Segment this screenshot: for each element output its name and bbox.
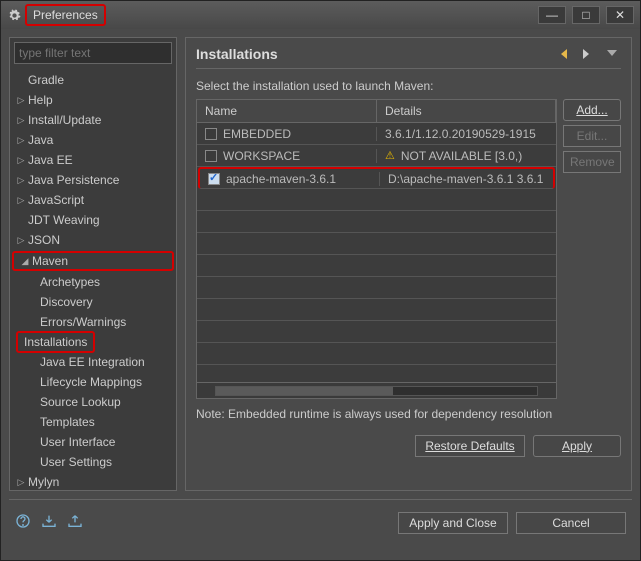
tree-item-maven[interactable]: ◢Maven [12, 251, 174, 271]
gear-icon [7, 8, 21, 22]
description: Select the installation used to launch M… [196, 79, 621, 93]
menu-dropdown-icon[interactable] [603, 46, 621, 62]
preferences-window: Preferences ― □ ✕ Gradle ▷Help ▷Install/… [0, 0, 641, 561]
tree-item-gradle[interactable]: Gradle [10, 70, 176, 90]
tree-item-java-ee-integration[interactable]: Java EE Integration [10, 352, 176, 372]
col-name[interactable]: Name [197, 100, 377, 122]
tree-item-json[interactable]: ▷JSON [10, 230, 176, 250]
tree-item-discovery[interactable]: Discovery [10, 292, 176, 312]
edit-button[interactable]: Edit... [563, 125, 621, 147]
tree-item-archetypes[interactable]: Archetypes [10, 272, 176, 292]
filter-input[interactable] [14, 42, 172, 64]
sidebar: Gradle ▷Help ▷Install/Update ▷Java ▷Java… [9, 37, 177, 491]
chevron-right-icon: ▷ [16, 135, 26, 146]
chevron-right-icon: ▷ [16, 115, 26, 126]
close-button[interactable]: ✕ [606, 6, 634, 24]
minimize-button[interactable]: ― [538, 6, 566, 24]
window-title: Preferences [25, 4, 106, 26]
chevron-right-icon: ▷ [16, 155, 26, 166]
warning-icon: ⚠ [385, 149, 395, 162]
tree-item-templates[interactable]: Templates [10, 412, 176, 432]
titlebar: Preferences ― □ ✕ [1, 1, 640, 29]
tree-item-errors-warnings[interactable]: Errors/Warnings [10, 312, 176, 332]
export-icon[interactable] [67, 514, 83, 531]
maximize-button[interactable]: □ [572, 6, 600, 24]
preference-tree: Gradle ▷Help ▷Install/Update ▷Java ▷Java… [10, 68, 176, 490]
tree-item-help[interactable]: ▷Help [10, 90, 176, 110]
dialog-footer: Apply and Close Cancel [9, 499, 632, 545]
tree-item-mylyn[interactable]: ▷Mylyn [10, 472, 176, 490]
chevron-down-icon: ◢ [20, 256, 30, 267]
chevron-right-icon: ▷ [16, 235, 26, 246]
forward-button[interactable] [581, 46, 599, 62]
col-details[interactable]: Details [377, 100, 556, 122]
tree-item-user-settings[interactable]: User Settings [10, 452, 176, 472]
help-icon[interactable] [15, 513, 31, 532]
chevron-right-icon: ▷ [16, 175, 26, 186]
tree-item-install-update[interactable]: ▷Install/Update [10, 110, 176, 130]
apply-and-close-button[interactable]: Apply and Close [398, 512, 508, 534]
horizontal-scrollbar[interactable] [197, 382, 556, 398]
table-header: Name Details [197, 100, 556, 123]
chevron-right-icon: ▷ [16, 95, 26, 106]
add-button[interactable]: Add... [563, 99, 621, 121]
table-row-selected[interactable]: apache-maven-3.6.1 D:\apache-maven-3.6.1… [198, 167, 555, 189]
tree-item-user-interface[interactable]: User Interface [10, 432, 176, 452]
installations-table: Name Details EMBEDDED 3.6.1/1.12.0.20190… [196, 99, 557, 399]
tree-item-java-persistence[interactable]: ▷Java Persistence [10, 170, 176, 190]
note-text: Note: Embedded runtime is always used fo… [196, 407, 621, 423]
tree-item-javascript[interactable]: ▷JavaScript [10, 190, 176, 210]
tree-item-source-lookup[interactable]: Source Lookup [10, 392, 176, 412]
import-icon[interactable] [41, 514, 57, 531]
page-heading: Installations [196, 46, 555, 62]
restore-defaults-button[interactable]: Restore Defaults [415, 435, 525, 457]
chevron-right-icon: ▷ [16, 195, 26, 206]
apply-button[interactable]: Apply [533, 435, 621, 457]
tree-item-jdt-weaving[interactable]: JDT Weaving [10, 210, 176, 230]
back-button[interactable] [559, 46, 577, 62]
tree-item-lifecycle-mappings[interactable]: Lifecycle Mappings [10, 372, 176, 392]
tree-item-java-ee[interactable]: ▷Java EE [10, 150, 176, 170]
remove-button[interactable]: Remove [563, 151, 621, 173]
checkbox[interactable] [205, 150, 217, 162]
tree-item-java[interactable]: ▷Java [10, 130, 176, 150]
checkbox-checked[interactable] [208, 173, 220, 185]
content-panel: Installations Select the installation us… [185, 37, 632, 491]
table-row[interactable]: EMBEDDED 3.6.1/1.12.0.20190529-1915 [197, 123, 556, 145]
chevron-right-icon: ▷ [16, 477, 26, 488]
checkbox[interactable] [205, 128, 217, 140]
tree-item-installations[interactable]: Installations [10, 332, 176, 352]
table-row[interactable]: WORKSPACE ⚠NOT AVAILABLE [3.0,) [197, 145, 556, 167]
cancel-button[interactable]: Cancel [516, 512, 626, 534]
